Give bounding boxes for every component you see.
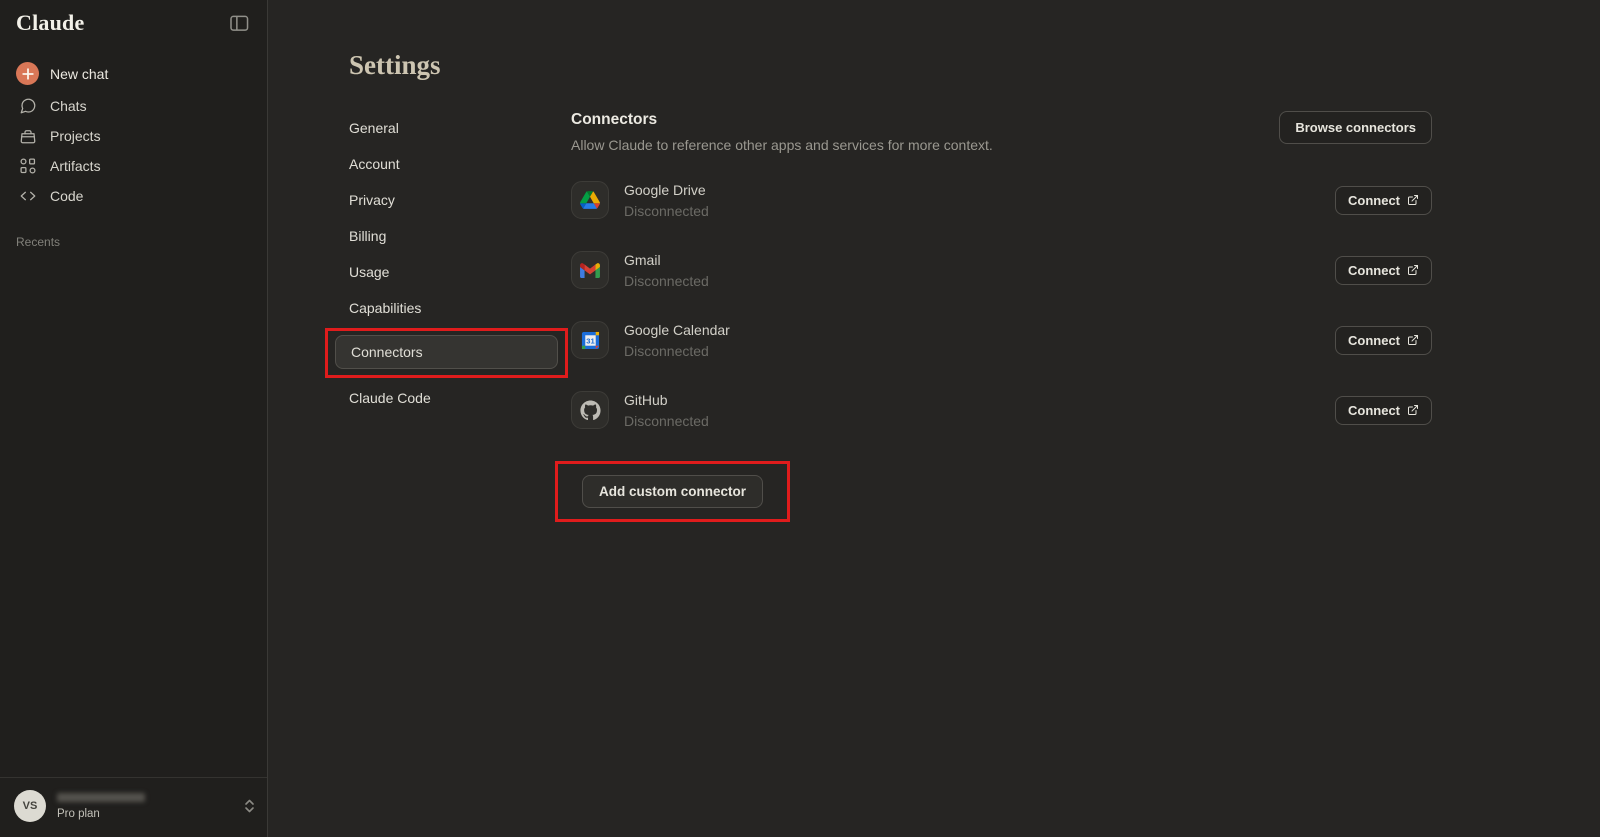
connector-status: Disconnected [624,343,730,359]
toolbox-icon [16,127,39,145]
recents-label: Recents [16,235,267,249]
browse-connectors-button[interactable]: Browse connectors [1279,111,1432,144]
connector-row-gmail: Gmail Disconnected Connect [571,251,1432,289]
user-menu[interactable]: VS Pro plan [0,777,267,837]
settings-nav-privacy[interactable]: Privacy [333,183,571,217]
sidebar-item-chats[interactable]: Chats [8,91,259,121]
user-meta: Pro plan [57,793,145,820]
sidebar-nav: New chat Chats Projects Artifacts Code [0,44,267,211]
connector-name: Google Drive [624,182,709,198]
svg-text:31: 31 [586,336,595,345]
connectors-list: Google Drive Disconnected Connect [571,181,1432,429]
external-link-icon [1407,404,1419,416]
chevron-up-down-icon [244,799,255,813]
annotation-box-connectors: Connectors [325,328,568,378]
user-name-redacted [57,793,145,802]
sidebar-item-code[interactable]: Code [8,181,259,211]
connector-row-github: GitHub Disconnected Connect [571,391,1432,429]
panel-left-icon[interactable] [226,11,253,36]
google-drive-icon [571,181,609,219]
sidebar-header: Claude [0,0,267,44]
connect-button-github[interactable]: Connect [1335,396,1432,425]
connectors-heading: Connectors [571,111,993,129]
add-custom-connector-button[interactable]: Add custom connector [582,475,763,508]
settings-nav-claude-code[interactable]: Claude Code [333,381,571,415]
sidebar-item-label: Artifacts [50,158,101,174]
sidebar: Claude New chat Chats Projects [0,0,268,837]
sidebar-item-label: New chat [50,66,108,82]
external-link-icon [1407,264,1419,276]
settings-nav-account[interactable]: Account [333,147,571,181]
sidebar-item-label: Code [50,188,83,204]
shapes-grid-icon [16,157,39,175]
connector-status: Disconnected [624,273,709,289]
connector-row-google-drive: Google Drive Disconnected Connect [571,181,1432,219]
connectors-header-text: Connectors Allow Claude to reference oth… [571,111,993,153]
connector-name: Google Calendar [624,322,730,338]
chat-bubble-icon [16,97,39,115]
avatar: VS [14,790,46,822]
github-icon [571,391,609,429]
user-plan-label: Pro plan [57,808,145,820]
google-calendar-icon: 31 [571,321,609,359]
settings-page: Settings General Account Privacy Billing… [268,0,1600,837]
plus-circle-icon [16,62,39,85]
sidebar-item-label: Projects [50,128,101,144]
sidebar-item-label: Chats [50,98,87,114]
connector-row-google-calendar: 31 Google Calendar Disconnected Connect [571,321,1432,359]
connector-name: GitHub [624,392,709,408]
settings-nav-usage[interactable]: Usage [333,255,571,289]
claude-wordmark[interactable]: Claude [16,10,84,36]
sidebar-item-artifacts[interactable]: Artifacts [8,151,259,181]
code-brackets-icon [16,187,39,205]
settings-nav: General Account Privacy Billing Usage Ca… [333,111,571,522]
settings-nav-capabilities[interactable]: Capabilities [333,291,571,325]
connect-button-google-calendar[interactable]: Connect [1335,326,1432,355]
settings-nav-connectors[interactable]: Connectors [335,335,558,369]
connectors-subtitle: Allow Claude to reference other apps and… [571,137,993,153]
connector-status: Disconnected [624,203,709,219]
connector-status: Disconnected [624,413,709,429]
gmail-icon [571,251,609,289]
connect-button-google-drive[interactable]: Connect [1335,186,1432,215]
settings-nav-billing[interactable]: Billing [333,219,571,253]
connect-button-gmail[interactable]: Connect [1335,256,1432,285]
page-title: Settings [349,50,1432,81]
connectors-section: Connectors Allow Claude to reference oth… [571,111,1432,522]
external-link-icon [1407,334,1419,346]
annotation-box-add-custom-connector: Add custom connector [555,461,790,522]
external-link-icon [1407,194,1419,206]
connector-name: Gmail [624,252,709,268]
sidebar-item-new-chat[interactable]: New chat [8,56,259,91]
settings-nav-general[interactable]: General [333,111,571,145]
sidebar-item-projects[interactable]: Projects [8,121,259,151]
